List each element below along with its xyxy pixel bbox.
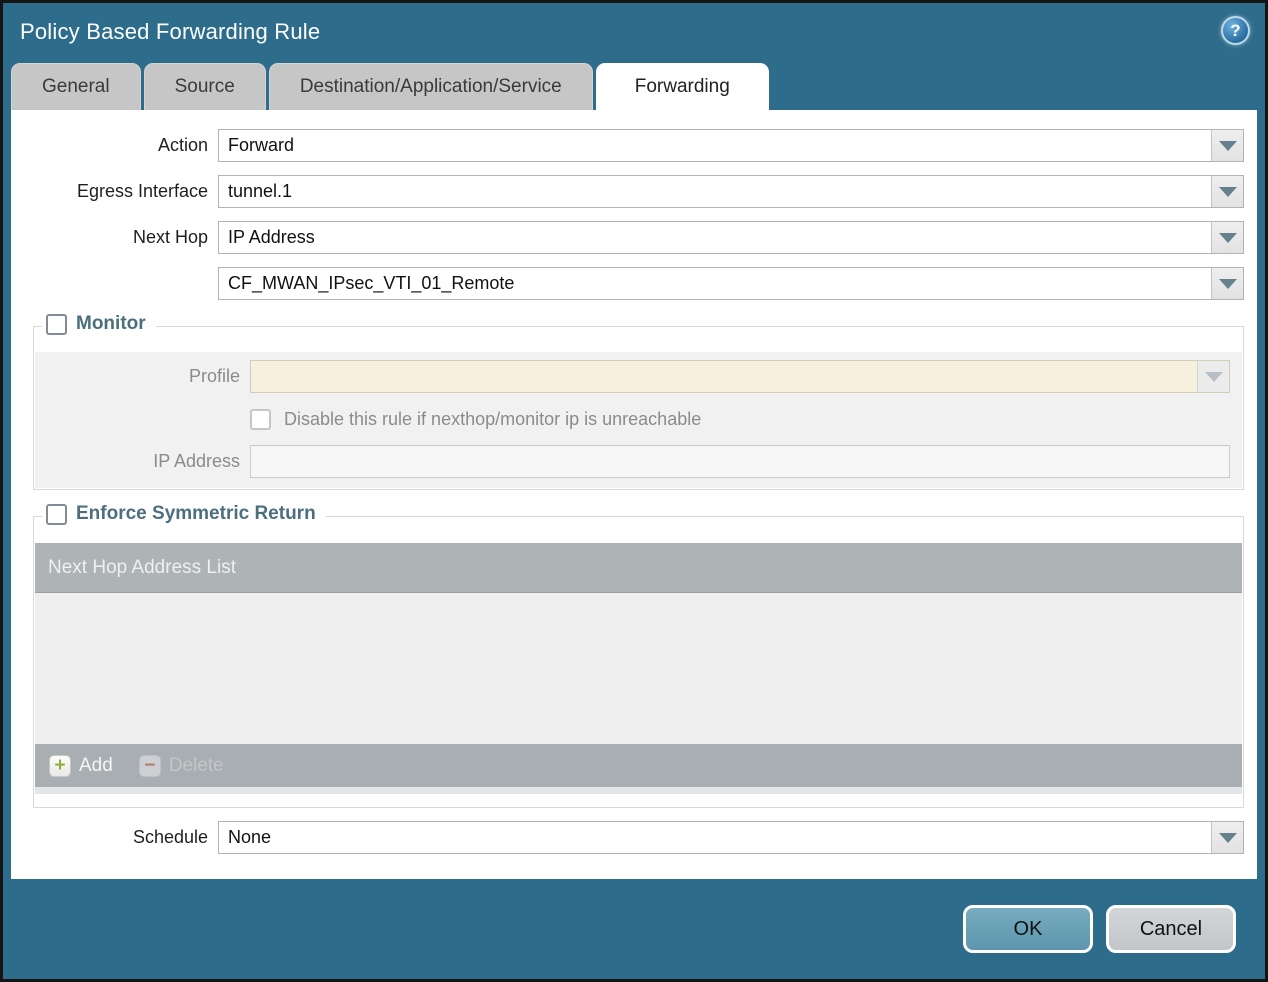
title-bar: Policy Based Forwarding Rule ? bbox=[3, 3, 1265, 61]
action-input[interactable] bbox=[219, 130, 1211, 161]
next-hop-address-list-body bbox=[35, 593, 1242, 744]
chevron-down-icon bbox=[1218, 832, 1237, 843]
dialog-footer: OK Cancel bbox=[3, 879, 1265, 979]
action-row: Action bbox=[11, 129, 1244, 162]
next-hop-type-input[interactable] bbox=[219, 222, 1211, 253]
next-hop-dropdown-button[interactable] bbox=[1211, 222, 1243, 253]
egress-interface-field bbox=[218, 175, 1244, 208]
chevron-down-icon bbox=[1204, 371, 1223, 382]
disable-rule-row: Disable this rule if nexthop/monitor ip … bbox=[35, 409, 1230, 430]
disable-rule-label: Disable this rule if nexthop/monitor ip … bbox=[284, 409, 702, 429]
monitor-ip-address-label: IP Address bbox=[153, 451, 240, 471]
chevron-down-icon bbox=[1218, 278, 1237, 289]
symmetric-return-checkbox[interactable] bbox=[46, 503, 67, 525]
schedule-row: Schedule bbox=[11, 821, 1244, 854]
ok-button-label: OK bbox=[1013, 917, 1043, 940]
minus-glyph: − bbox=[144, 755, 156, 776]
tab-forwarding[interactable]: Forwarding bbox=[595, 63, 769, 110]
monitor-ip-address-input[interactable] bbox=[251, 446, 1229, 477]
action-label: Action bbox=[157, 135, 208, 155]
profile-input[interactable] bbox=[251, 361, 1197, 392]
chevron-down-icon bbox=[1218, 186, 1237, 197]
monitor-legend: Monitor bbox=[42, 313, 156, 335]
add-button[interactable]: + Add bbox=[49, 754, 113, 777]
add-button-label: Add bbox=[79, 754, 113, 776]
monitor-checkbox[interactable] bbox=[46, 313, 67, 335]
delete-button-label: Delete bbox=[168, 754, 224, 776]
delete-button[interactable]: − Delete bbox=[138, 754, 224, 777]
minus-icon: − bbox=[138, 754, 161, 777]
next-hop-address-list-table: Next Hop Address List + Add − Delete bbox=[35, 543, 1242, 794]
tab-label: General bbox=[42, 76, 110, 97]
chevron-down-icon bbox=[1218, 140, 1237, 151]
next-hop-row: Next Hop bbox=[11, 221, 1244, 254]
cancel-button[interactable]: Cancel bbox=[1106, 905, 1236, 953]
help-icon[interactable]: ? bbox=[1221, 16, 1250, 45]
monitor-fieldset: Monitor Profile Disable this rule if nex… bbox=[33, 313, 1244, 490]
next-hop-address-row bbox=[11, 267, 1244, 300]
egress-interface-dropdown-button[interactable] bbox=[1211, 176, 1243, 207]
schedule-field bbox=[218, 821, 1244, 854]
next-hop-address-input[interactable] bbox=[219, 268, 1211, 299]
profile-dropdown-button[interactable] bbox=[1197, 361, 1229, 392]
ok-button[interactable]: OK bbox=[963, 905, 1093, 953]
monitor-panel: Profile Disable this rule if nexthop/mon… bbox=[35, 352, 1242, 488]
tab-bar: General Source Destination/Application/S… bbox=[3, 61, 1265, 110]
tab-content-forwarding: Action Egress Interface Next Hop bbox=[11, 110, 1257, 879]
monitor-ip-address-row: IP Address bbox=[35, 445, 1230, 478]
cancel-button-label: Cancel bbox=[1139, 917, 1203, 940]
egress-interface-input[interactable] bbox=[219, 176, 1211, 207]
monitor-legend-label: Monitor bbox=[76, 313, 146, 334]
next-hop-field bbox=[218, 221, 1244, 254]
tab-source[interactable]: Source bbox=[143, 63, 266, 110]
action-dropdown-button[interactable] bbox=[1211, 130, 1243, 161]
profile-field bbox=[250, 360, 1230, 393]
egress-interface-label: Egress Interface bbox=[76, 181, 208, 201]
schedule-dropdown-button[interactable] bbox=[1211, 822, 1243, 853]
schedule-input[interactable] bbox=[219, 822, 1211, 853]
pbf-rule-dialog: Policy Based Forwarding Rule ? General S… bbox=[0, 0, 1268, 982]
next-hop-address-dropdown-button[interactable] bbox=[1211, 268, 1243, 299]
symmetric-return-legend: Enforce Symmetric Return bbox=[42, 503, 326, 525]
table-footer-strip bbox=[35, 787, 1242, 794]
tab-label: Source bbox=[174, 76, 235, 97]
symmetric-return-legend-label: Enforce Symmetric Return bbox=[76, 503, 316, 524]
tab-label: Forwarding bbox=[634, 76, 730, 97]
next-hop-label: Next Hop bbox=[132, 227, 208, 247]
monitor-ip-address-field bbox=[250, 445, 1230, 478]
tab-label: Destination/Application/Service bbox=[299, 76, 562, 97]
chevron-down-icon bbox=[1218, 232, 1237, 243]
next-hop-address-list-header-label: Next Hop Address List bbox=[48, 556, 236, 578]
symmetric-return-fieldset: Enforce Symmetric Return Next Hop Addres… bbox=[33, 503, 1244, 808]
profile-label: Profile bbox=[188, 366, 240, 386]
dialog-title: Policy Based Forwarding Rule bbox=[20, 19, 321, 44]
help-glyph: ? bbox=[1230, 20, 1241, 40]
egress-interface-row: Egress Interface bbox=[11, 175, 1244, 208]
action-field bbox=[218, 129, 1244, 162]
disable-rule-checkbox[interactable] bbox=[250, 409, 271, 430]
plus-glyph: + bbox=[54, 755, 66, 776]
schedule-label: Schedule bbox=[132, 827, 208, 847]
plus-icon: + bbox=[49, 754, 71, 777]
next-hop-address-field bbox=[218, 267, 1244, 300]
next-hop-address-list-toolbar: + Add − Delete bbox=[35, 744, 1242, 787]
tab-destination-application-service[interactable]: Destination/Application/Service bbox=[268, 63, 593, 110]
next-hop-address-list-header: Next Hop Address List bbox=[35, 543, 1242, 593]
profile-row: Profile bbox=[35, 360, 1230, 393]
tab-general[interactable]: General bbox=[11, 63, 141, 110]
